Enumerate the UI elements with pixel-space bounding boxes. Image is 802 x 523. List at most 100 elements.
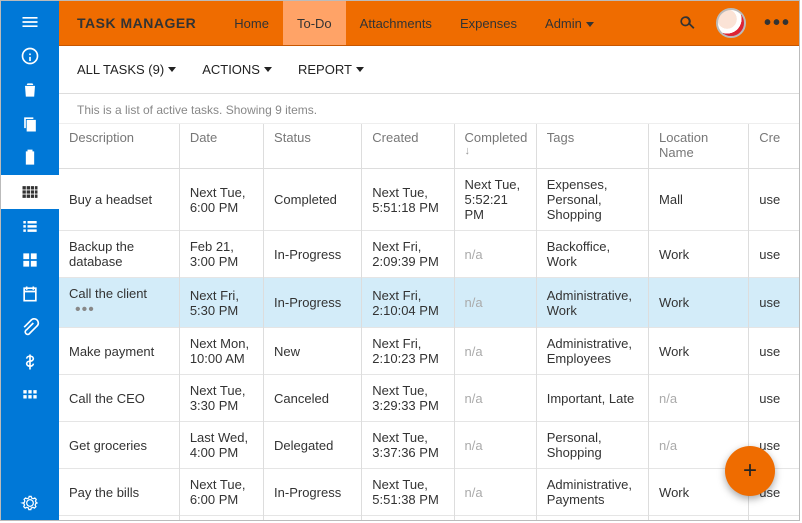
cell-status: In-Progress xyxy=(264,231,362,278)
trash-icon[interactable] xyxy=(1,73,59,107)
gear-icon[interactable] xyxy=(1,486,59,520)
apps-icon[interactable] xyxy=(1,243,59,277)
calendar-icon[interactable] xyxy=(1,277,59,311)
cell-completed: n/a xyxy=(454,278,536,328)
cell-created: Next Fri, 2:10:04 PM xyxy=(362,278,454,328)
cell-created-by: use xyxy=(749,231,799,278)
nav-attachments[interactable]: Attachments xyxy=(346,1,446,45)
nav-home-label: Home xyxy=(234,16,269,31)
cell-empty xyxy=(649,516,749,521)
clipboard-check-icon[interactable] xyxy=(1,141,59,175)
dollar-icon[interactable] xyxy=(1,345,59,379)
cell-created-by: use xyxy=(749,169,799,231)
nav-admin-label: Admin xyxy=(545,16,582,31)
cell-date: Next Tue, 3:30 PM xyxy=(179,375,263,422)
col-completed-label: Completed xyxy=(465,130,528,145)
nav: Home To-Do Attachments Expenses Admin xyxy=(220,1,608,45)
nav-todo-label: To-Do xyxy=(297,16,332,31)
avatar[interactable] xyxy=(716,8,746,38)
col-completed[interactable]: Completed↓ xyxy=(454,124,536,169)
cell-tags: Backoffice, Work xyxy=(536,231,648,278)
nav-todo[interactable]: To-Do xyxy=(283,1,346,45)
cell-tags: Personal, Shopping xyxy=(536,422,648,469)
attachment-icon[interactable] xyxy=(1,311,59,345)
cell-status: In-Progress xyxy=(264,469,362,516)
more-icon[interactable]: ••• xyxy=(764,18,791,28)
cell-location: Mall xyxy=(649,169,749,231)
col-date[interactable]: Date xyxy=(179,124,263,169)
col-created-by[interactable]: Cre xyxy=(749,124,799,169)
table-row[interactable]: Get groceriesLast Wed, 4:00 PMDelegatedN… xyxy=(59,422,799,469)
cell-created: Next Tue, 5:51:18 PM xyxy=(362,169,454,231)
chevron-down-icon xyxy=(168,64,176,75)
cell-date: Next Tue, 6:00 PM xyxy=(179,169,263,231)
chevron-down-icon xyxy=(586,16,594,31)
cell-status: Canceled xyxy=(264,375,362,422)
chevron-down-icon xyxy=(356,64,364,75)
cell-tags: Administrative, Employees xyxy=(536,328,648,375)
col-description[interactable]: Description xyxy=(59,124,179,169)
cell-tags: Administrative, Work xyxy=(536,278,648,328)
cell-date: Last Wed, xyxy=(179,516,263,521)
nav-home[interactable]: Home xyxy=(220,1,283,45)
nav-expenses-label: Expenses xyxy=(460,16,517,31)
copy-icon[interactable] xyxy=(1,107,59,141)
cell-description: Make payment xyxy=(59,328,179,375)
cell-description: Pay the bills xyxy=(59,469,179,516)
cell-description: Call the CEO xyxy=(59,375,179,422)
app-title: TASK MANAGER xyxy=(77,15,196,31)
table-row[interactable]: Call the client •••Next Fri, 5:30 PMIn-P… xyxy=(59,278,799,328)
cell-date: Next Fri, 5:30 PM xyxy=(179,278,263,328)
info-text: This is a list of active tasks. Showing … xyxy=(59,94,799,124)
cell-created: Next Tue, 3:29:33 PM xyxy=(362,375,454,422)
cell-tags: Administrative, Payments xyxy=(536,469,648,516)
table-row[interactable]: Call the CEONext Tue, 3:30 PMCanceledNex… xyxy=(59,375,799,422)
col-tags[interactable]: Tags xyxy=(536,124,648,169)
actions-menu[interactable]: ACTIONS xyxy=(202,62,272,77)
sidebar xyxy=(1,1,59,520)
nav-admin[interactable]: Admin xyxy=(531,1,608,45)
cell-completed: n/a xyxy=(454,422,536,469)
cell-created: Next Fri, 2:09:39 PM xyxy=(362,231,454,278)
info-icon[interactable] xyxy=(1,39,59,73)
cell-created: Next Tue, 5:51:38 PM xyxy=(362,469,454,516)
cell-created-by: use xyxy=(749,375,799,422)
table-row[interactable]: Backup the databaseFeb 21, 3:00 PMIn-Pro… xyxy=(59,231,799,278)
cell-location: Work xyxy=(649,328,749,375)
table-row[interactable]: Buy a headsetNext Tue, 6:00 PMCompletedN… xyxy=(59,169,799,231)
nav-expenses[interactable]: Expenses xyxy=(446,1,531,45)
cell-date: Feb 21, 3:00 PM xyxy=(179,231,263,278)
cell-status: New xyxy=(264,328,362,375)
view-selector[interactable]: ALL TASKS (9) xyxy=(77,62,176,77)
search-icon[interactable] xyxy=(676,12,698,34)
add-button[interactable]: + xyxy=(725,446,775,496)
col-created[interactable]: Created xyxy=(362,124,454,169)
menu-icon[interactable] xyxy=(1,5,59,39)
table-row[interactable]: Last Wed, xyxy=(59,516,799,521)
cell-location: Work xyxy=(649,278,749,328)
cell-date: Next Mon, 10:00 AM xyxy=(179,328,263,375)
cell-description: Buy a headset xyxy=(59,169,179,231)
task-table: Description Date Status Created Complete… xyxy=(59,124,799,520)
actions-label: ACTIONS xyxy=(202,62,260,77)
cell-created-by: use xyxy=(749,278,799,328)
grid-small-icon[interactable] xyxy=(1,379,59,413)
cell-completed: n/a xyxy=(454,469,536,516)
cell-location: Work xyxy=(649,231,749,278)
cell-completed: Next Tue, 5:52:21 PM xyxy=(454,169,536,231)
chevron-down-icon xyxy=(264,64,272,75)
col-status[interactable]: Status xyxy=(264,124,362,169)
grid-dense-icon[interactable] xyxy=(1,175,59,209)
cell-empty xyxy=(264,516,362,521)
cell-description: Get groceries xyxy=(59,422,179,469)
table-row[interactable]: Pay the billsNext Tue, 6:00 PMIn-Progres… xyxy=(59,469,799,516)
report-menu[interactable]: REPORT xyxy=(298,62,364,77)
list-icon[interactable] xyxy=(1,209,59,243)
cell-empty xyxy=(749,516,799,521)
table-row[interactable]: Make paymentNext Mon, 10:00 AMNewNext Fr… xyxy=(59,328,799,375)
row-more-icon[interactable]: ••• xyxy=(69,301,95,318)
col-location[interactable]: Location Name xyxy=(649,124,749,169)
cell-created: Next Tue, 3:37:36 PM xyxy=(362,422,454,469)
view-selector-label: ALL TASKS (9) xyxy=(77,62,164,77)
cell-description: Call the client ••• xyxy=(59,278,179,328)
